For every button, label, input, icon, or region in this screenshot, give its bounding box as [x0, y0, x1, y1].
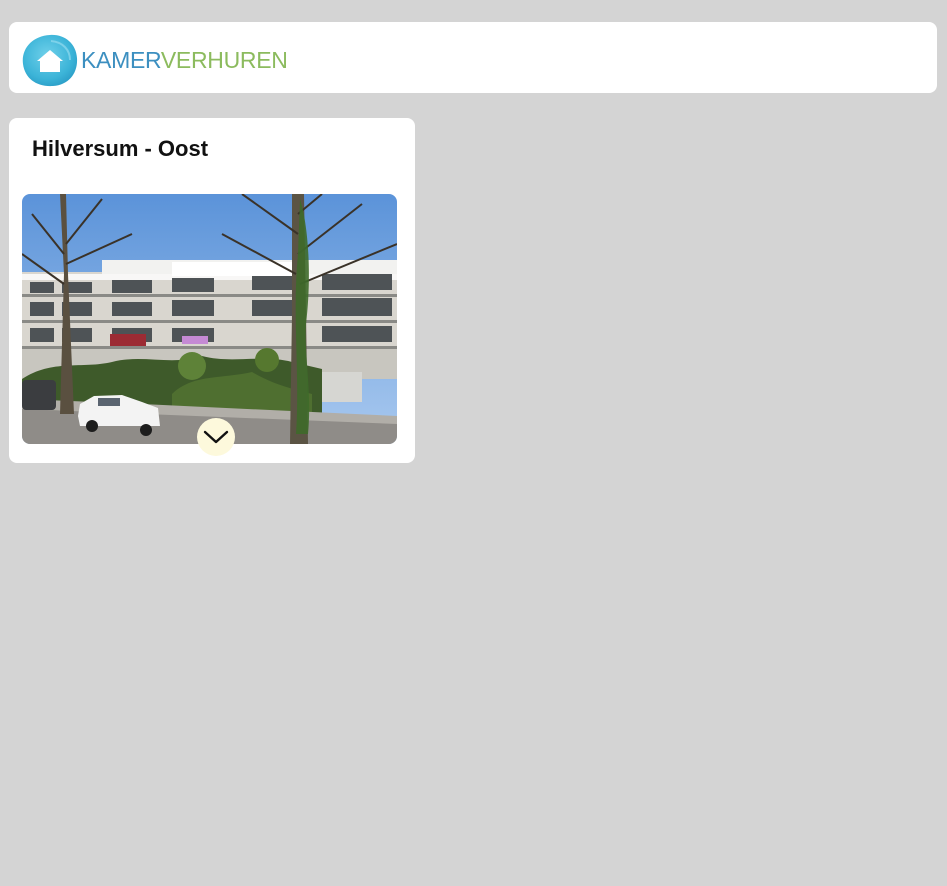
listing-title: Hilversum - Oost	[32, 136, 209, 161]
chevron-down-icon	[203, 430, 229, 444]
logo-text: KAMERVERHUREN	[81, 46, 288, 73]
site-logo[interactable]: KAMERVERHUREN	[22, 33, 288, 87]
logo-text-part-1: KAMER	[81, 46, 161, 73]
logo-text-part-2: VERHUREN	[160, 46, 288, 73]
site-header: KAMERVERHUREN	[9, 22, 937, 93]
listing-card[interactable]: Hilversum - Oost	[9, 118, 415, 463]
house-icon	[22, 34, 78, 87]
listing-photo[interactable]	[22, 194, 397, 444]
expand-button[interactable]	[197, 418, 235, 456]
